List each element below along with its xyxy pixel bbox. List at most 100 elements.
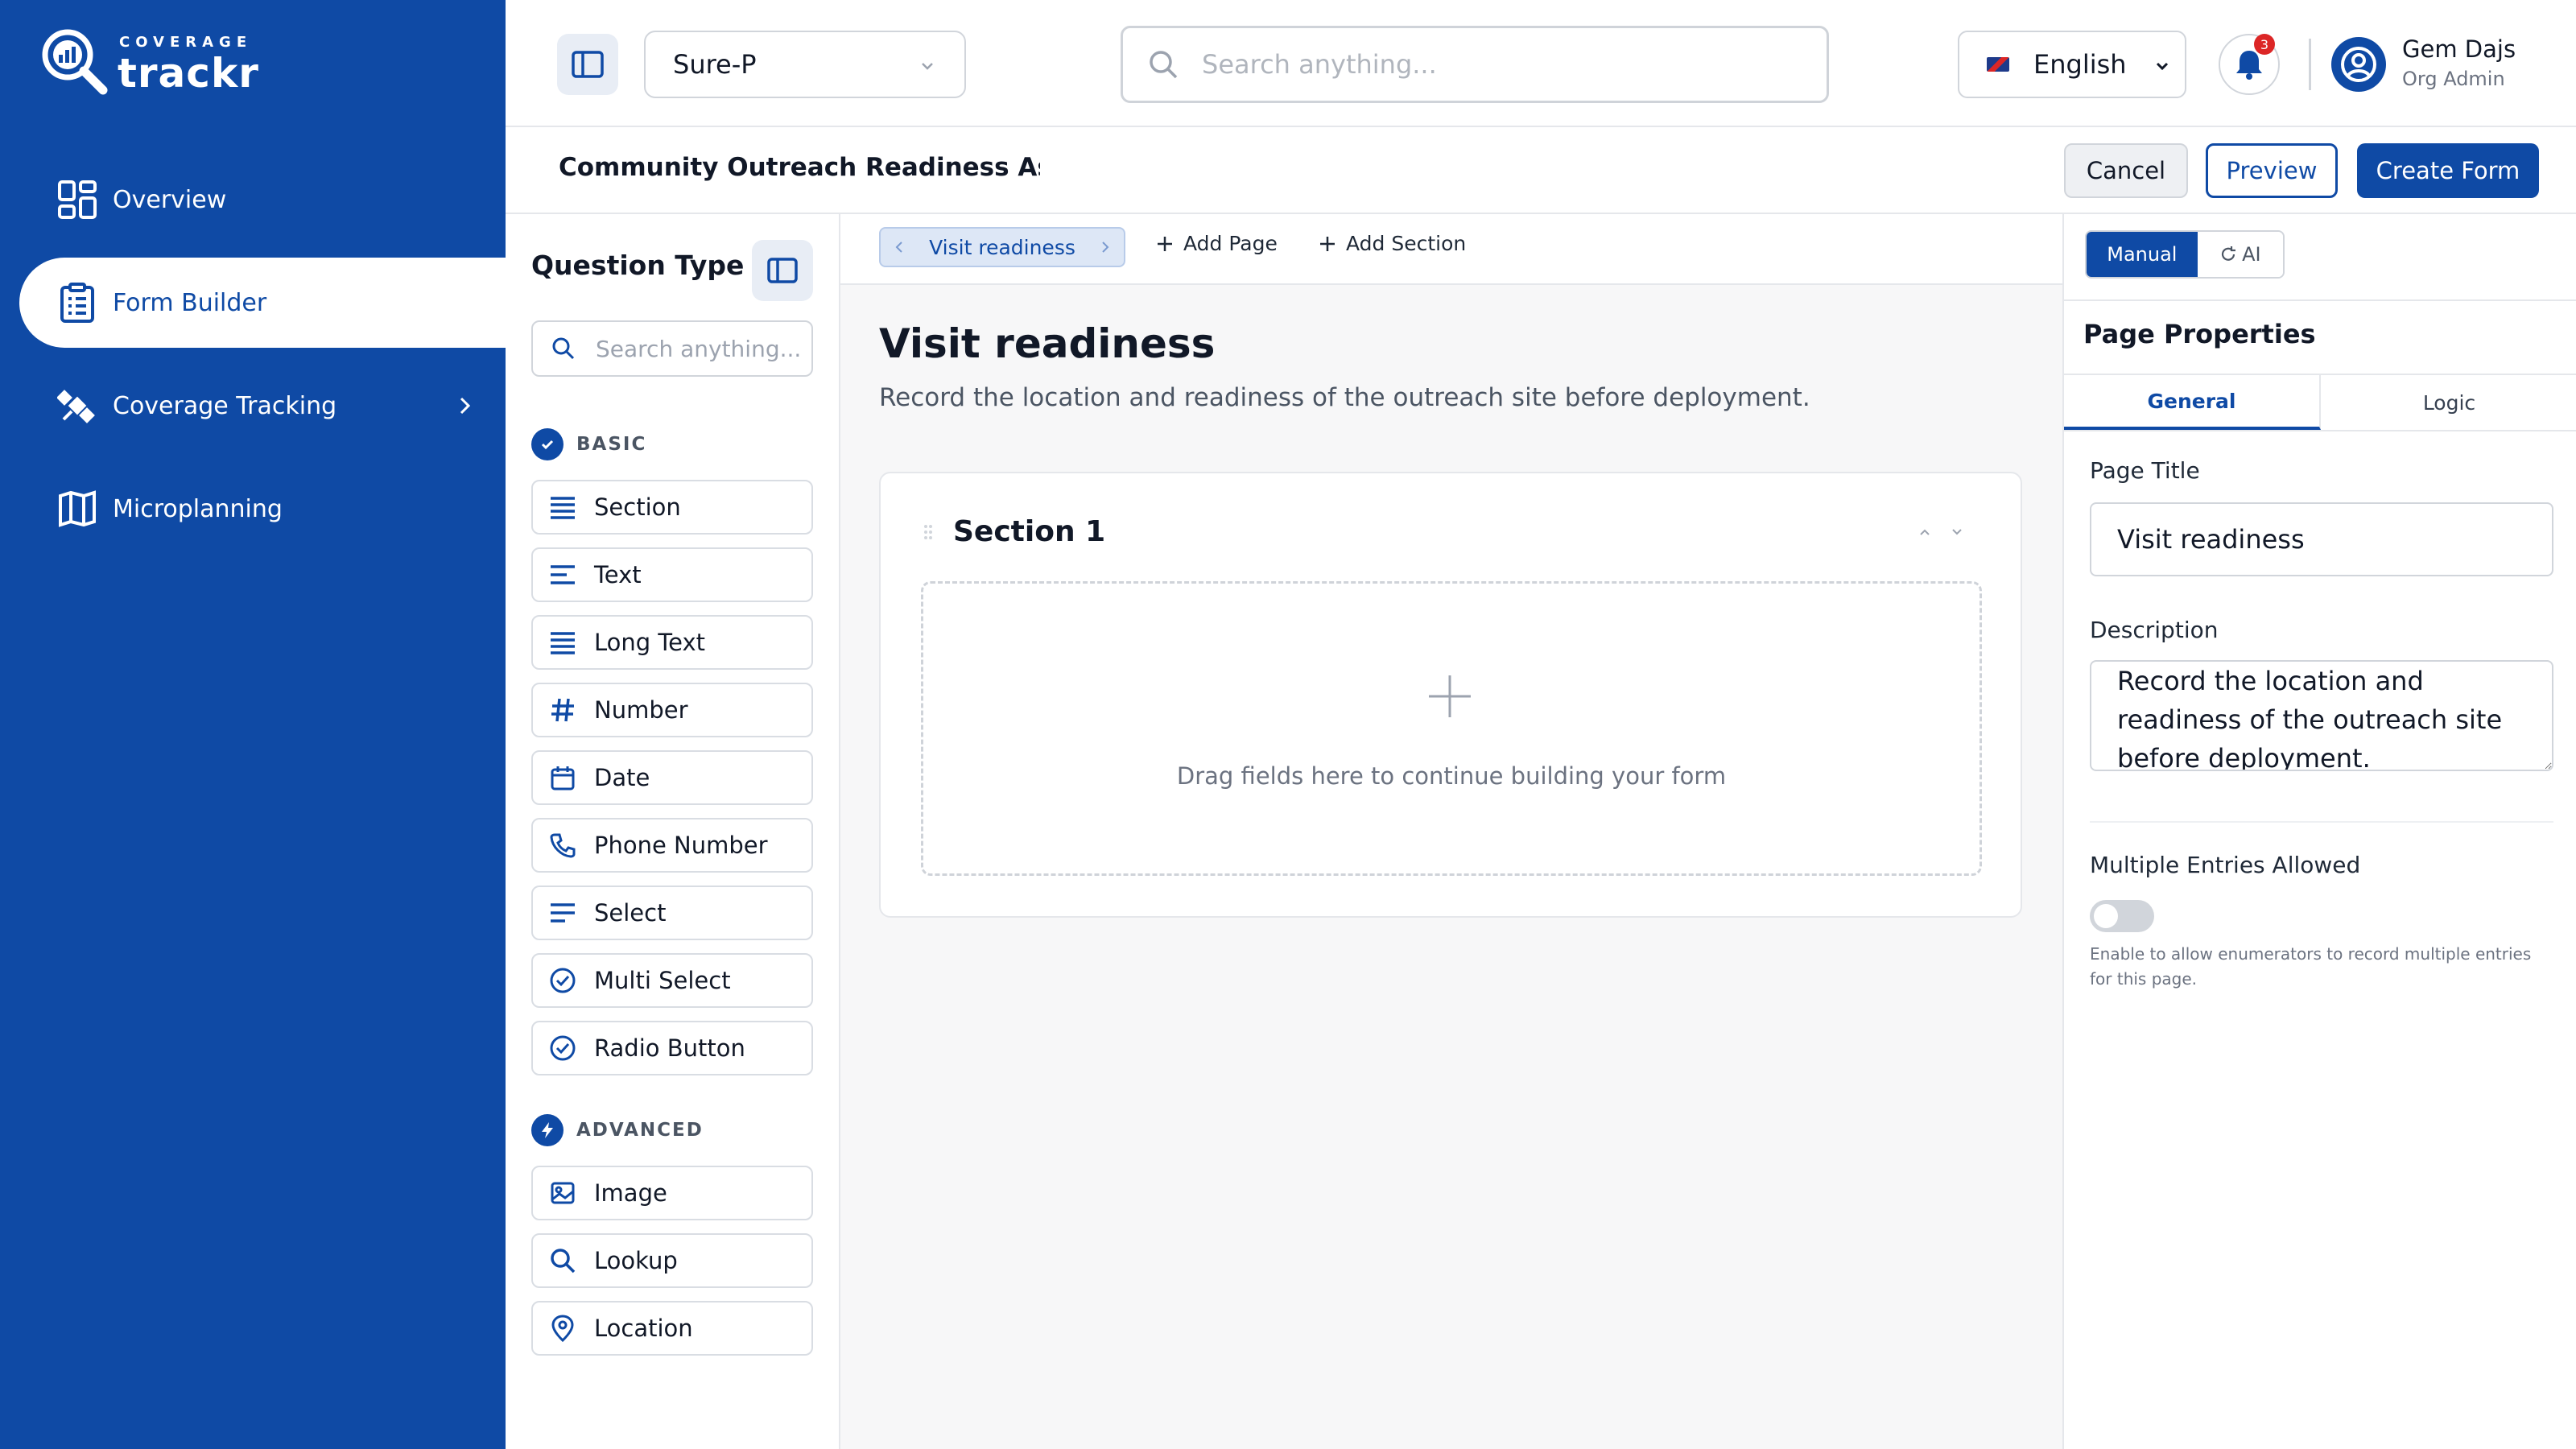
add-section-button[interactable]: Add Section — [1317, 232, 1466, 255]
sidebar: COVERAGE trackr Overview Form Builder Co… — [0, 0, 506, 1449]
brand-logo[interactable]: COVERAGE trackr — [39, 26, 280, 103]
toggle-knob — [2094, 904, 2118, 928]
map-icon — [56, 488, 98, 530]
uk-flag-icon — [1987, 57, 2009, 72]
sidebar-item-label: Overview — [113, 185, 227, 214]
map-pin-icon — [547, 1313, 578, 1344]
global-search-input[interactable] — [1202, 49, 1765, 80]
question-type-lookup[interactable]: Lookup — [531, 1233, 813, 1288]
page-title-label: Page Title — [2090, 457, 2200, 484]
tab-logic[interactable]: Logic — [2321, 375, 2576, 430]
builder-mode-toggle: Manual AI — [2085, 230, 2285, 279]
image-icon — [547, 1178, 578, 1208]
notifications-button[interactable]: 3 — [2219, 34, 2280, 95]
chevron-right-icon[interactable] — [1096, 239, 1113, 255]
user-name: Gem Dajs — [2402, 35, 2516, 63]
plus-icon — [1320, 236, 1335, 251]
notification-count-badge: 3 — [2254, 34, 2275, 55]
question-type-multi-select[interactable]: Multi Select — [531, 953, 813, 1008]
check-badge-icon — [531, 428, 564, 460]
search-icon — [547, 1245, 578, 1276]
sidebar-item-coverage-tracking[interactable]: Coverage Tracking — [19, 361, 506, 451]
question-type-number[interactable]: Number — [531, 683, 813, 737]
question-panel-toggle-button[interactable] — [752, 240, 813, 301]
chevron-left-icon[interactable] — [892, 239, 908, 255]
question-type-location[interactable]: Location — [531, 1301, 813, 1356]
refresh-icon — [2222, 246, 2236, 261]
section-title[interactable]: Section 1 — [953, 515, 1105, 548]
section-card[interactable]: Section 1 Drag fields here to continue b… — [879, 472, 2022, 918]
chevron-down-icon — [2156, 62, 2169, 71]
sidebar-item-microplanning[interactable]: Microplanning — [19, 464, 506, 554]
sidebar-item-form-builder[interactable]: Form Builder — [19, 258, 506, 348]
description-field[interactable]: Record the location and readiness of the… — [2090, 660, 2553, 771]
multiple-entries-toggle[interactable] — [2090, 900, 2154, 932]
project-select[interactable]: Sure-P — [644, 31, 966, 98]
sidebar-item-label: Microplanning — [113, 494, 283, 523]
chevron-down-icon — [922, 63, 933, 70]
chevron-down-icon[interactable] — [1948, 523, 1966, 541]
question-type-label: Section — [594, 493, 681, 521]
user-role: Org Admin — [2402, 68, 2505, 90]
multiple-entries-help: Enable to allow enumerators to record mu… — [2090, 944, 2532, 989]
calendar-icon — [547, 762, 578, 793]
project-select-value: Sure-P — [673, 49, 757, 80]
mode-ai-button[interactable]: AI — [2197, 232, 2283, 277]
question-search-input[interactable] — [596, 335, 805, 362]
question-type-label: Number — [594, 696, 688, 724]
properties-divider — [2090, 821, 2553, 823]
question-type-section[interactable]: Section — [531, 480, 813, 535]
add-page-button[interactable]: Add Page — [1154, 232, 1278, 255]
question-type-select[interactable]: Select — [531, 886, 813, 940]
question-type-label: Lookup — [594, 1247, 678, 1274]
header-divider — [2309, 39, 2311, 90]
form-title[interactable]: Community Outreach Readiness Assessment — [559, 153, 1040, 182]
grid-icon — [56, 179, 98, 221]
question-type-label: Image — [594, 1179, 667, 1207]
drag-handle-icon[interactable] — [923, 523, 934, 541]
language-select-value: English — [2033, 49, 2127, 80]
page-heading: Visit readiness — [879, 320, 1216, 367]
question-type-text[interactable]: Text — [531, 547, 813, 602]
properties-tabs: General Logic — [2064, 374, 2576, 431]
field-drop-zone[interactable]: Drag fields here to continue building yo… — [921, 581, 1982, 876]
top-bar: Sure-P English 3 Gem Dajs Org Admin — [506, 0, 2576, 127]
question-type-long-text[interactable]: Long Text — [531, 615, 813, 670]
advanced-group-header: ADVANCED — [531, 1114, 704, 1146]
global-search[interactable] — [1121, 26, 1829, 103]
short-text-icon — [547, 559, 578, 590]
page-title-field[interactable] — [2090, 502, 2553, 576]
add-section-label: Add Section — [1346, 232, 1467, 255]
chevron-up-icon[interactable] — [1916, 523, 1934, 541]
brand-name: trackr — [118, 50, 259, 97]
check-circle-icon — [547, 965, 578, 996]
question-type-image[interactable]: Image — [531, 1166, 813, 1220]
properties-panel: Manual AI Page Properties General Logic … — [2062, 214, 2576, 1449]
tab-general[interactable]: General — [2064, 375, 2321, 430]
advanced-group-label: ADVANCED — [576, 1120, 704, 1141]
cancel-button[interactable]: Cancel — [2064, 143, 2188, 198]
satellite-icon — [56, 385, 98, 427]
question-type-label: Text — [594, 561, 642, 588]
create-form-button[interactable]: Create Form — [2357, 143, 2539, 198]
select-lines-icon — [547, 898, 578, 928]
question-type-label: Radio Button — [594, 1034, 745, 1062]
description-label: Description — [2090, 617, 2219, 643]
question-search[interactable] — [531, 320, 813, 377]
mode-manual-button[interactable]: Manual — [2087, 232, 2198, 277]
page-tab-label: Visit readiness — [929, 235, 1075, 259]
page-tab-visit-readiness[interactable]: Visit readiness — [879, 227, 1125, 267]
question-type-date[interactable]: Date — [531, 750, 813, 805]
phone-icon — [547, 830, 578, 861]
preview-button[interactable]: Preview — [2206, 143, 2338, 198]
sidebar-item-label: Form Builder — [113, 288, 267, 317]
sidebar-toggle-button[interactable] — [557, 34, 618, 95]
sidebar-item-overview[interactable]: Overview — [19, 155, 506, 245]
avatar[interactable] — [2331, 37, 2386, 92]
language-select[interactable]: English — [1958, 31, 2186, 98]
brand-tag: COVERAGE — [119, 34, 253, 51]
question-type-label: Location — [594, 1315, 693, 1342]
question-type-radio-button[interactable]: Radio Button — [531, 1021, 813, 1075]
user-circle-icon — [2341, 47, 2376, 82]
question-type-phone-number[interactable]: Phone Number — [531, 818, 813, 873]
